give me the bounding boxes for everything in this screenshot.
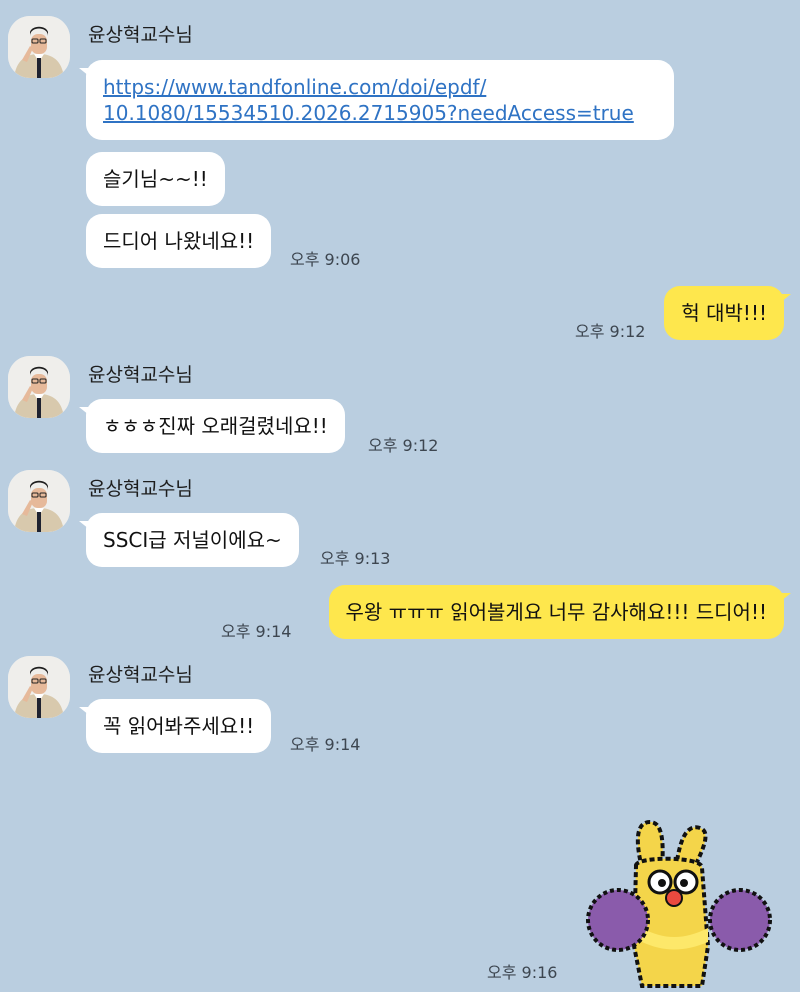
message-text: ㅎㅎㅎ진짜 오래걸렸네요!!: [103, 414, 328, 438]
message-text: 슬기님~~!!: [103, 167, 208, 191]
timestamp: 오후 9:13: [320, 549, 391, 568]
avatar[interactable]: [8, 470, 70, 532]
message-bubble[interactable]: 꼭 읽어봐주세요!!: [78, 699, 272, 753]
bunny-sticker[interactable]: [584, 816, 774, 988]
timestamp: 오후 9:14: [290, 735, 361, 754]
paper-link[interactable]: https://www.tandfonline.com/doi/epdf/: [103, 74, 657, 100]
message-bubble[interactable]: ㅎㅎㅎ진짜 오래걸렸네요!!: [79, 399, 345, 453]
timestamp: 오후 9:12: [368, 436, 439, 455]
message-text: 드디어 나왔네요!!: [103, 229, 255, 253]
avatar[interactable]: [8, 656, 70, 718]
message-text: 헉 대박!!!: [681, 301, 767, 325]
timestamp: 오후 9:16: [487, 963, 558, 982]
message-bubble[interactable]: SSCI급 저널이에요~: [79, 513, 299, 567]
sender-name: 윤상혁교수님: [88, 478, 193, 500]
message-text: 우왕 ㅠㅠㅠ 읽어볼게요 너무 감사해요!!! 드디어!!: [345, 600, 767, 624]
message-bubble[interactable]: 우왕 ㅠㅠㅠ 읽어볼게요 너무 감사해요!!! 드디어!!: [328, 585, 792, 639]
message-bubble[interactable]: https://www.tandfonline.com/doi/epdf/ 10…: [79, 60, 674, 140]
sender-name: 윤상혁교수님: [88, 24, 193, 46]
avatar[interactable]: [8, 356, 70, 418]
sender-name: 윤상혁교수님: [88, 364, 193, 386]
timestamp: 오후 9:06: [290, 250, 361, 269]
message-bubble[interactable]: 슬기님~~!!: [86, 152, 225, 206]
timestamp: 오후 9:14: [221, 622, 292, 641]
timestamp: 오후 9:12: [575, 322, 646, 341]
message-text: 꼭 읽어봐주세요!!: [103, 714, 255, 738]
message-bubble[interactable]: 헉 대박!!!: [664, 286, 791, 340]
paper-link-cont[interactable]: 10.1080/15534510.2026.2715905?needAccess…: [103, 100, 657, 126]
sender-name: 윤상혁교수님: [88, 664, 193, 686]
avatar[interactable]: [8, 16, 70, 78]
message-text: SSCI급 저널이에요~: [103, 528, 282, 552]
message-bubble[interactable]: 드디어 나왔네요!!: [86, 214, 272, 268]
